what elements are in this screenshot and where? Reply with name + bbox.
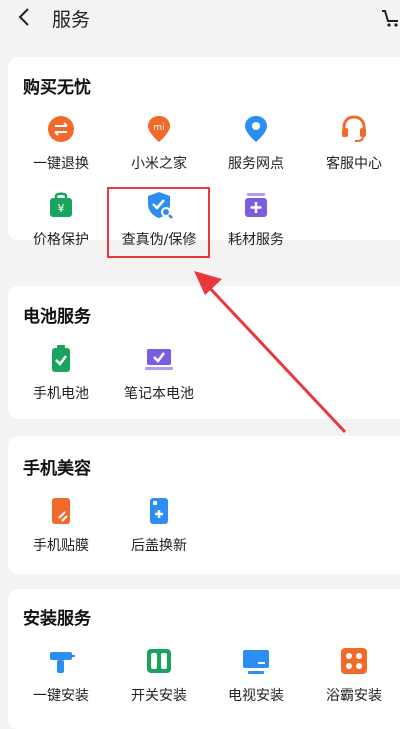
service-item-label: 服务网点 <box>228 156 284 172</box>
service-item-mi-store[interactable]: mi 小米之家 <box>111 114 207 173</box>
chevron-left-icon[interactable] <box>14 6 36 28</box>
mi-store-pin-icon: mi <box>148 116 170 142</box>
service-item-label: 客服中心 <box>326 156 382 172</box>
service-item-label: 浴霸安装 <box>326 688 382 704</box>
screen-film-icon <box>52 498 70 524</box>
tv-icon <box>243 650 269 674</box>
section-title: 手机美容 <box>23 459 91 479</box>
highlight-box <box>107 187 210 258</box>
service-item-label: 后盖换新 <box>131 538 187 554</box>
section-battery-service: 电池服务 手机电池 笔记本电池 <box>8 286 400 419</box>
top-bar: 服务 <box>0 0 400 34</box>
service-item-back-cover[interactable]: 后盖换新 <box>111 496 207 555</box>
headset-icon <box>342 115 366 142</box>
service-item-screen-film[interactable]: 手机贴膜 <box>13 496 109 555</box>
cart-icon[interactable] <box>380 6 400 28</box>
service-item-one-click-install[interactable]: 一键安装 <box>13 646 109 705</box>
service-item-switch-install[interactable]: 开关安装 <box>111 646 207 705</box>
service-item-tv-install[interactable]: 电视安装 <box>208 646 304 705</box>
laptop-battery-icon <box>145 349 173 370</box>
service-item-label: 手机电池 <box>33 386 89 402</box>
switch-icon <box>147 649 171 673</box>
service-item-label: 价格保护 <box>33 232 89 248</box>
price-bag-icon: ¥ <box>50 192 72 217</box>
service-item-consumables[interactable]: 耗材服务 <box>208 190 304 249</box>
service-item-label: 笔记本电池 <box>124 386 194 402</box>
svg-text:mi: mi <box>153 123 164 133</box>
section-title: 安装服务 <box>23 609 91 629</box>
location-pin-icon <box>245 116 267 142</box>
service-item-laptop-battery[interactable]: 笔记本电池 <box>111 344 207 403</box>
page-title: 服务 <box>52 9 91 31</box>
service-item-label: 一键退换 <box>33 156 89 172</box>
service-item-phone-battery[interactable]: 手机电池 <box>13 344 109 403</box>
drill-icon <box>50 652 75 673</box>
exchange-icon <box>48 116 74 142</box>
back-cover-icon <box>150 498 168 524</box>
service-item-label: 耗材服务 <box>228 232 284 248</box>
service-item-exchange[interactable]: 一键退换 <box>13 114 109 173</box>
service-item-label: 电视安装 <box>228 688 284 704</box>
section-title: 电池服务 <box>23 307 91 327</box>
consumables-box-icon <box>245 193 267 217</box>
section-title: 购买无忧 <box>23 78 91 98</box>
service-item-label: 手机贴膜 <box>33 538 89 554</box>
service-item-bath-heater-install[interactable]: 浴霸安装 <box>306 646 400 705</box>
service-item-outlets[interactable]: 服务网点 <box>208 114 304 173</box>
svg-text:¥: ¥ <box>58 202 65 215</box>
phone-battery-icon <box>52 345 70 372</box>
service-item-price-protection[interactable]: ¥ 价格保护 <box>13 190 109 249</box>
bath-heater-icon <box>341 648 367 674</box>
service-item-customer-center[interactable]: 客服中心 <box>306 114 400 173</box>
service-item-label: 小米之家 <box>131 156 187 172</box>
section-phone-beauty: 手机美容 手机贴膜 后盖换新 <box>8 436 400 574</box>
service-item-label: 开关安装 <box>131 688 187 704</box>
section-installation-service: 安装服务 一键安装 开关安装 电视安装 浴霸安装 <box>8 589 400 729</box>
service-item-label: 一键安装 <box>33 688 89 704</box>
